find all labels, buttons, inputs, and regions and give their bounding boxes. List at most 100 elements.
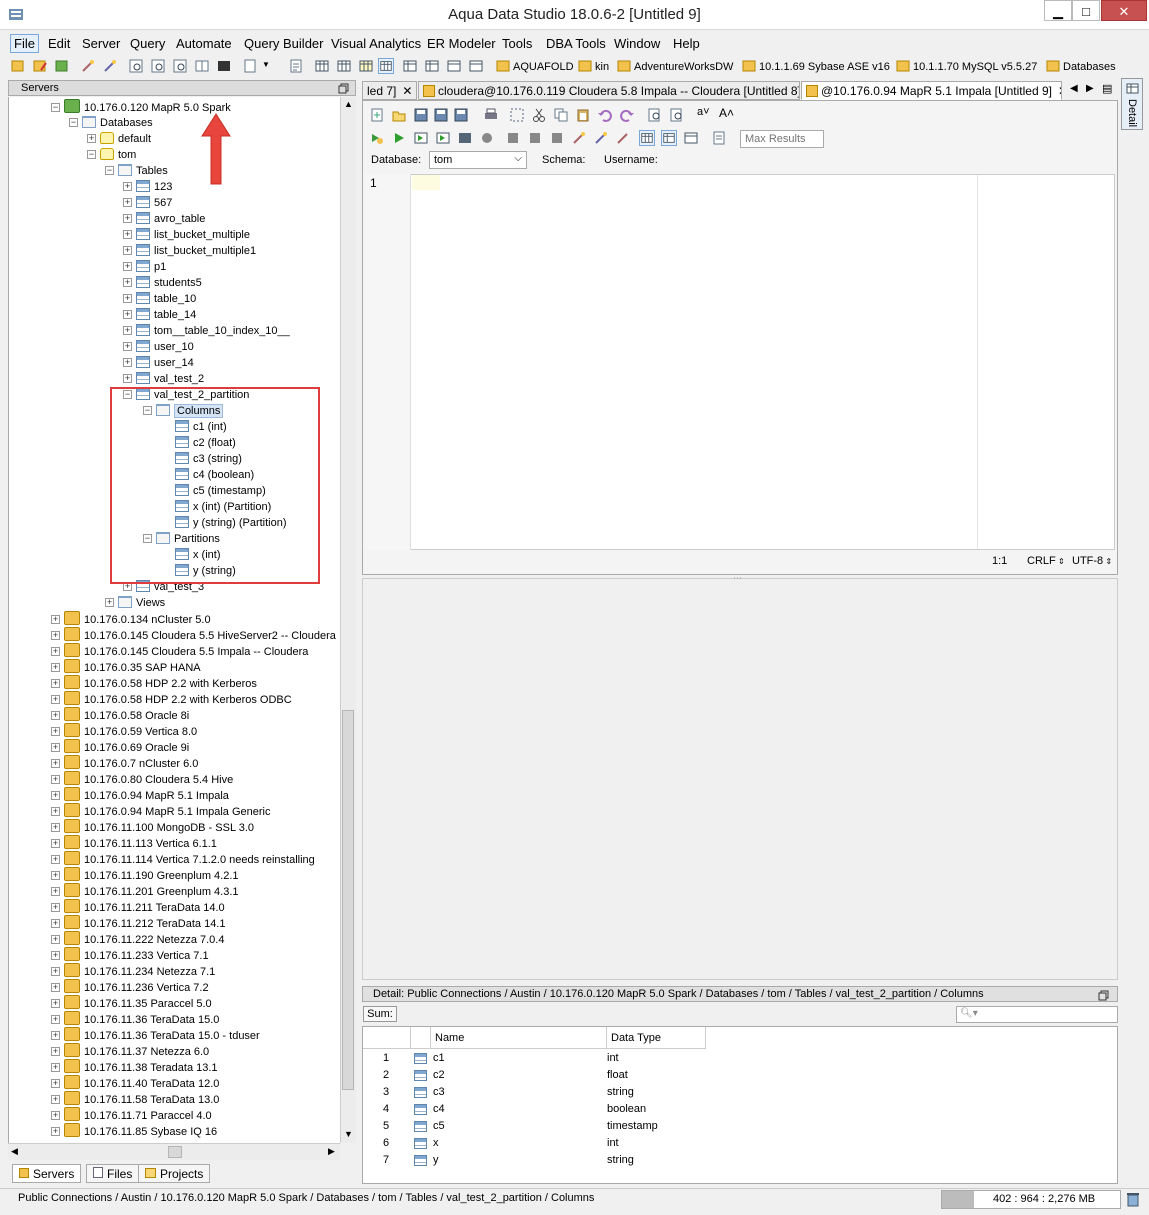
tree-node[interactable]: + Views <box>105 595 165 611</box>
tree-node[interactable]: +10.176.11.58 TeraData 13.0 <box>51 1091 219 1107</box>
expand-icon[interactable]: + <box>51 1047 60 1056</box>
horizontal-scroll-thumb[interactable] <box>168 1146 182 1158</box>
tree-node[interactable]: + table_14 <box>123 307 196 323</box>
tree-node[interactable]: +10.176.11.37 Netezza 6.0 <box>51 1043 209 1059</box>
encoding-select[interactable]: UTF-8 ⇕ <box>1072 555 1112 567</box>
expand-icon[interactable]: + <box>51 839 60 848</box>
expand-icon[interactable]: + <box>51 743 60 752</box>
expand-icon[interactable]: + <box>51 663 60 672</box>
expand-icon[interactable]: + <box>51 711 60 720</box>
table-row[interactable]: 3 c3 string <box>363 1084 706 1101</box>
expand-icon[interactable]: + <box>123 326 132 335</box>
grid-header-name[interactable]: Name <box>431 1027 607 1049</box>
tree-node[interactable]: +10.176.11.212 TeraData 14.1 <box>51 915 226 931</box>
tree-node[interactable]: + user_10 <box>123 339 194 355</box>
tree-node[interactable]: + val_test_2 <box>123 371 204 387</box>
close-tab-icon[interactable]: ✕ <box>402 84 412 98</box>
tree-node[interactable]: + tom__table_10_index_10__ <box>123 323 290 339</box>
query-window-3-icon[interactable] <box>172 58 188 74</box>
servers-scroll-thumb[interactable] <box>342 710 354 1090</box>
tree-node[interactable]: +10.176.11.36 TeraData 15.0 <box>51 1011 219 1027</box>
tree-node[interactable]: +10.176.11.36 TeraData 15.0 - tduser <box>51 1027 260 1043</box>
grid-header-type[interactable]: Data Type <box>607 1027 706 1049</box>
stop-icon[interactable] <box>479 130 495 146</box>
expand-icon[interactable]: + <box>51 1015 60 1024</box>
grid-4-icon[interactable] <box>402 58 418 74</box>
menu-dba-tools[interactable]: DBA Tools <box>543 35 609 52</box>
disconnect-icon[interactable] <box>505 130 521 146</box>
expand-icon[interactable]: + <box>123 246 132 255</box>
tree-node[interactable]: +10.176.11.211 TeraData 14.0 <box>51 899 225 915</box>
cut-icon[interactable] <box>531 107 547 123</box>
expand-icon[interactable]: + <box>51 679 60 688</box>
new-server-icon[interactable] <box>10 58 26 74</box>
tree-node[interactable]: + list_bucket_multiple <box>123 227 250 243</box>
expand-icon[interactable]: + <box>123 262 132 271</box>
tree-node[interactable]: + list_bucket_multiple1 <box>123 243 256 259</box>
redo-icon[interactable] <box>619 107 635 123</box>
font-increase-icon[interactable]: A˄ <box>719 106 735 122</box>
toolbar-connection-kin[interactable]: kin <box>578 59 609 73</box>
save-all-icon[interactable] <box>453 107 469 123</box>
sum-button[interactable]: Sum: <box>363 1006 397 1022</box>
editor-tab-untitled-7[interactable]: led 7] ✕ <box>362 81 417 100</box>
scroll-down-icon[interactable]: ▼ <box>344 1129 353 1139</box>
expand-icon[interactable]: + <box>51 1127 60 1136</box>
tree-node[interactable]: +10.176.0.145 Cloudera 5.5 HiveServer2 -… <box>51 627 336 643</box>
restore-icon[interactable] <box>1098 990 1109 1001</box>
scroll-left-icon[interactable]: ◀ <box>11 1146 18 1157</box>
tree-node[interactable]: +10.176.0.134 nCluster 5.0 <box>51 611 211 627</box>
collapse-icon[interactable]: − <box>69 118 78 127</box>
query-window-2-icon[interactable] <box>150 58 166 74</box>
menu-file[interactable]: File <box>10 34 39 53</box>
menu-help[interactable]: Help <box>670 35 703 52</box>
expand-icon[interactable]: + <box>123 214 132 223</box>
wand-icon[interactable] <box>571 130 587 146</box>
tree-node[interactable]: +567 <box>123 195 172 211</box>
grid-icon[interactable] <box>314 58 330 74</box>
tabs-left-icon[interactable]: ◀ <box>1070 83 1078 94</box>
max-results-input[interactable] <box>740 130 824 148</box>
toolbar-connection-aquafold[interactable]: AQUAFOLD <box>496 59 574 73</box>
query-window-icon[interactable] <box>128 58 144 74</box>
grid-active-icon[interactable] <box>378 58 394 74</box>
find-icon[interactable] <box>647 107 663 123</box>
results-grid-3-icon[interactable] <box>683 130 699 146</box>
console-icon[interactable] <box>216 58 232 74</box>
collapse-icon[interactable]: − <box>51 103 60 112</box>
tree-node[interactable]: +10.176.0.94 MapR 5.1 Impala Generic <box>51 803 271 819</box>
select-icon[interactable] <box>509 107 525 123</box>
expand-icon[interactable]: + <box>51 967 60 976</box>
menu-query-builder[interactable]: Query Builder <box>241 35 326 52</box>
grid-5-icon[interactable] <box>424 58 440 74</box>
expand-icon[interactable]: + <box>51 807 60 816</box>
expand-icon[interactable]: + <box>51 1079 60 1088</box>
tree-node[interactable]: +10.176.11.114 Vertica 7.1.2.0 needs rei… <box>51 851 315 867</box>
tab-files[interactable]: Files <box>86 1164 140 1183</box>
grid-6-icon[interactable] <box>446 58 462 74</box>
tree-node[interactable]: +10.176.0.94 MapR 5.1 Impala <box>51 787 229 803</box>
expand-icon[interactable]: + <box>123 230 132 239</box>
expand-icon[interactable]: + <box>51 695 60 704</box>
detail-search-input[interactable]: 🔍︎▾ <box>956 1006 1118 1023</box>
toolbar-connection-mysql[interactable]: 10.1.1.70 MySQL v5.5.27 <box>896 59 1037 73</box>
menu-edit[interactable]: Edit <box>45 35 73 52</box>
tree-node[interactable]: +10.176.11.201 Greenplum 4.3.1 <box>51 883 239 899</box>
table-row[interactable]: 2 c2 float <box>363 1067 706 1084</box>
tree-node[interactable]: + p1 <box>123 259 166 275</box>
splitter-grip-icon[interactable]: ⋯ <box>733 573 742 584</box>
close-tab-icon[interactable]: ✕ <box>1058 84 1061 98</box>
tree-node[interactable]: +10.176.11.71 Paraccel 4.0 <box>51 1107 212 1123</box>
execute-edit-icon[interactable] <box>413 130 429 146</box>
tree-node[interactable]: +10.176.11.233 Vertica 7.1 <box>51 947 209 963</box>
expand-icon[interactable]: + <box>51 871 60 880</box>
tree-node[interactable]: +10.176.11.85 Sybase IQ 16 <box>51 1123 217 1139</box>
menu-er-modeler[interactable]: ER Modeler <box>424 35 499 52</box>
wand-icon[interactable] <box>80 58 96 74</box>
copy-icon[interactable] <box>553 107 569 123</box>
close-button[interactable]: ✕ <box>1101 0 1147 21</box>
find-replace-icon[interactable] <box>669 107 685 123</box>
tree-node[interactable]: +10.176.11.38 Teradata 13.1 <box>51 1059 218 1075</box>
expand-icon[interactable]: + <box>51 823 60 832</box>
expand-icon[interactable]: + <box>51 903 60 912</box>
